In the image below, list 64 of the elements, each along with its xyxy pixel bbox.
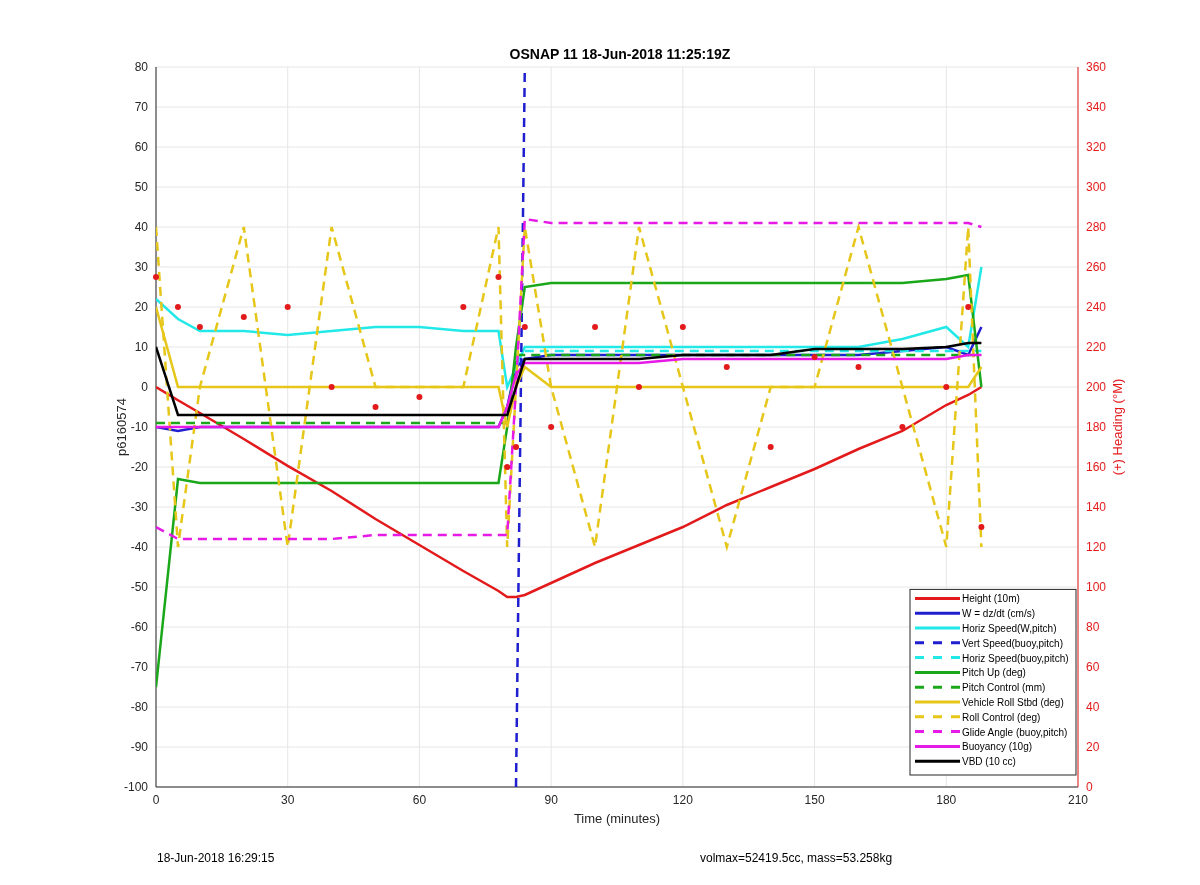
- legend-label: Height (10m): [962, 593, 1020, 605]
- right-tick-label: 280: [1086, 220, 1107, 234]
- timestamp: 18-Jun-2018 16:29:15: [157, 851, 275, 865]
- right-tick-label: 0: [1086, 780, 1093, 794]
- x-tick-label: 120: [672, 793, 693, 807]
- x-tick-label: 150: [804, 793, 825, 807]
- right-tick-label: 140: [1086, 500, 1107, 514]
- y-tick-label: 20: [134, 300, 148, 314]
- x-tick-label: 60: [412, 793, 427, 807]
- right-tick-label: 80: [1086, 620, 1100, 634]
- y-tick-label: -40: [130, 540, 148, 554]
- y-tick-label: -80: [130, 700, 148, 714]
- y-tick-label: 70: [134, 100, 148, 114]
- legend-label: Glide Angle (buoy,pitch): [962, 726, 1068, 738]
- y-tick-label: -60: [130, 620, 148, 634]
- y-tick-label: -30: [130, 500, 148, 514]
- x-tick-label: 90: [544, 793, 558, 807]
- right-tick-label: 20: [1086, 740, 1100, 754]
- legend-label: Pitch Up (deg): [962, 667, 1026, 679]
- legend-label: VBD (10 cc): [962, 756, 1016, 768]
- y-tick-label: 10: [134, 340, 148, 354]
- right-tick-label: 120: [1086, 540, 1107, 554]
- legend-label: Vehicle Roll Stbd (deg): [962, 697, 1064, 708]
- legend-label: Roll Control (deg): [962, 711, 1041, 723]
- right-tick-label: 220: [1086, 340, 1107, 354]
- legend-label: Vert Speed(buoy,pitch): [962, 637, 1063, 649]
- right-tick-label: 360: [1086, 60, 1107, 74]
- right-tick-label: 320: [1086, 140, 1107, 154]
- y-tick-label: -50: [130, 580, 148, 594]
- mass-info: volmax=52419.5cc, mass=53.258kg: [700, 851, 893, 865]
- y-tick-label: -20: [130, 460, 148, 474]
- chart-title: OSNAP 11 18-Jun-2018 11:25:19Z: [509, 46, 731, 62]
- right-tick-label: 60: [1086, 660, 1100, 674]
- y-tick-label: 80: [134, 60, 148, 74]
- y-tick-label: -90: [130, 740, 148, 754]
- right-tick-label: 200: [1086, 380, 1107, 394]
- y-tick-label: -70: [130, 660, 148, 674]
- y-tick-label: 50: [134, 180, 148, 194]
- right-tick-label: 160: [1086, 460, 1107, 474]
- legend-label: Buoyancy (10g): [962, 741, 1033, 753]
- right-tick-label: 180: [1086, 420, 1107, 434]
- legend-label: Horiz Speed(W,pitch): [962, 623, 1057, 634]
- y-tick-label: 30: [134, 260, 148, 274]
- y-tick-label: -10: [130, 420, 148, 434]
- right-tick-label: 260: [1086, 260, 1107, 274]
- x-tick-label: 210: [1068, 793, 1088, 807]
- y-tick-label: -100: [123, 780, 148, 794]
- y-tick-label: 0: [141, 380, 148, 394]
- right-tick-label: 40: [1086, 700, 1100, 714]
- legend-label: Horiz Speed(buoy,pitch): [962, 652, 1069, 664]
- right-tick-label: 100: [1086, 580, 1107, 594]
- legend-label: Pitch Control (mm): [962, 682, 1046, 694]
- right-axis-label: (+) Heading (°M): [1110, 378, 1125, 476]
- x-tick-label: 30: [281, 793, 295, 807]
- y-tick-label: 40: [134, 220, 148, 234]
- x-axis-label: Time (minutes): [573, 811, 661, 826]
- legend-label: W = dz/dt (cm/s): [962, 608, 1036, 620]
- right-tick-label: 240: [1086, 300, 1107, 314]
- y-tick-label: 60: [134, 140, 148, 154]
- x-tick-label: 180: [936, 793, 957, 807]
- right-tick-label: 340: [1086, 100, 1107, 114]
- y-axis-label: p6160574: [114, 398, 129, 456]
- right-tick-label: 300: [1086, 180, 1107, 194]
- x-tick-label: 0: [152, 793, 160, 807]
